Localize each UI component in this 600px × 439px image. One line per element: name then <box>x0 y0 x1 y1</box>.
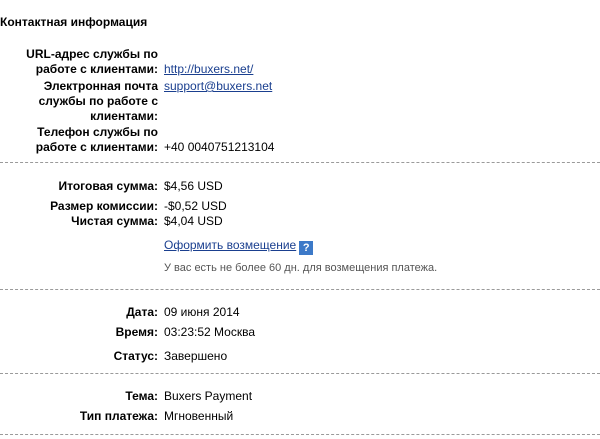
payment-type-label: Тип платежа: <box>79 409 158 423</box>
support-url-label: URL-адрес службы по работе с клиентами: <box>0 47 158 77</box>
support-phone-value: +40 0040751213104 <box>164 140 275 154</box>
refund-note: У вас есть не более 60 дн. для возмещени… <box>164 262 438 274</box>
divider <box>0 434 600 435</box>
subject-label: Тема: <box>125 389 158 403</box>
support-phone-label: Телефон службы по работе с клиентами: <box>0 125 158 155</box>
question-icon[interactable]: ? <box>299 241 314 255</box>
support-url-link[interactable]: http://buxers.net/ <box>164 62 253 77</box>
subject-value: Buxers Payment <box>164 389 253 403</box>
divider <box>0 162 600 163</box>
support-email-label: Электронная почта службы по работе с кли… <box>0 79 158 124</box>
support-phone-label-line-1: Телефон службы по <box>37 125 158 139</box>
time-label: Время: <box>115 325 158 339</box>
payment-type-value: Мгновенный <box>164 409 234 423</box>
date-label: Дата: <box>126 305 158 319</box>
support-email-link[interactable]: support@buxers.net <box>164 79 272 94</box>
section-title: Контактная информация <box>0 15 148 29</box>
divider <box>0 373 600 374</box>
total-amount-label: Итоговая сумма: <box>58 179 158 193</box>
support-email-label-line-2: службы по работе с <box>38 94 158 108</box>
net-amount-label: Чистая сумма: <box>71 214 158 228</box>
status-value: Завершено <box>164 349 228 363</box>
support-url-label-line-1: URL-адрес службы по <box>26 47 158 61</box>
support-url-label-line-2: работе с клиентами: <box>35 62 158 76</box>
date-value: 09 июня 2014 <box>164 305 240 319</box>
refund-link[interactable]: Оформить возмещение <box>164 238 296 252</box>
support-phone-label-line-2: работе с клиентами: <box>35 140 158 154</box>
total-amount-value: $4,56 USD <box>164 179 223 193</box>
divider <box>0 289 600 290</box>
net-amount-value: $4,04 USD <box>164 214 223 228</box>
fee-amount-label: Размер комиссии: <box>50 199 158 213</box>
fee-amount-value: -$0,52 USD <box>164 199 227 213</box>
status-label: Статус: <box>113 349 158 363</box>
support-email-label-line-3: клиентами: <box>90 109 158 123</box>
time-value: 03:23:52 Москва <box>164 325 256 339</box>
support-email-label-line-1: Электронная почта <box>43 79 158 93</box>
refund-row: Оформить возмещение? <box>164 238 314 255</box>
